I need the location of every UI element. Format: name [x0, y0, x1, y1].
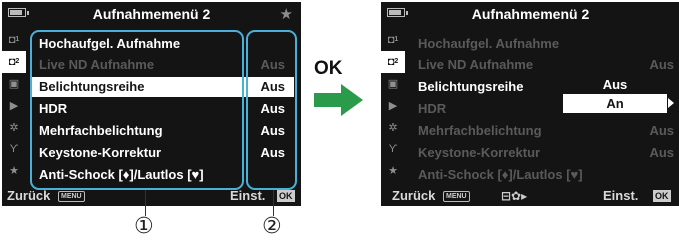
menu-item-label: HDR — [418, 101, 447, 116]
callout-number-2: ② — [262, 214, 282, 239]
menu-item-label: Anti-Schock [♦]/Lautlos [♥] — [418, 167, 583, 182]
option-an-selected[interactable]: An — [563, 94, 667, 113]
star-icon[interactable]: ★ — [280, 5, 293, 23]
tab-custom-gear-icon[interactable]: ✲ — [381, 116, 405, 138]
menu-item-label: Keystone-Korrektur — [418, 145, 541, 160]
tab-video-icon[interactable]: ▣ — [2, 73, 26, 95]
back-label[interactable]: Zurück — [7, 188, 50, 203]
ok-button-icon: OK — [277, 190, 295, 202]
callout-line-1 — [145, 190, 146, 216]
title-bar: Aufnahmemenü 2 ★ — [2, 2, 301, 27]
bottom-bar: Zurück MENU ⊟✿▸ Einst. OK — [381, 186, 679, 206]
menu-title: Aufnahmemenü 2 — [471, 6, 590, 22]
menu-button-icon: MENU — [443, 191, 470, 202]
callout-line-2 — [273, 190, 274, 216]
menu-item-label: Mehrfachbelichtung — [418, 123, 542, 138]
menu-title: Aufnahmemenü 2 — [92, 6, 211, 22]
menu-tab-column: ◘ 1 ◘ 2 ▣ ▶ ✲ ϒ ★ — [2, 29, 26, 182]
ok-transition-label: OK — [314, 58, 343, 79]
tab-my-menu-star-icon[interactable]: ★ — [381, 160, 405, 182]
option-popup: Aus An — [553, 73, 677, 115]
callout-number-1: ① — [134, 214, 154, 239]
menu-item-label: Live ND Aufnahme — [418, 57, 534, 72]
camera-menu-screen-left: Aufnahmemenü 2 ★ ◘ 1 ◘ 2 ▣ ▶ ✲ ϒ ★ Hochauf… — [2, 2, 301, 206]
menu-item-hochaufgel[interactable]: Hochaufgel. Aufnahme — [409, 34, 677, 54]
menu-item-label: Belichtungsreihe — [418, 79, 524, 94]
menu-tab-column: ◘ 1 ◘ 2 ▣ ▶ ✲ ϒ ★ — [381, 29, 405, 182]
tab-playback-icon[interactable]: ▶ — [2, 94, 26, 116]
value-column-bracket — [246, 30, 297, 190]
set-label[interactable]: Einst. — [603, 188, 638, 203]
camera-menu-screen-right: Aufnahmemenü 2 ◘ 1 ◘ 2 ▣ ▶ ✲ ϒ ★ Hochaufge… — [381, 2, 679, 206]
menu-item-mehrfachbelichtung[interactable]: Mehrfachbelichtung Aus — [409, 121, 677, 141]
menu-button-icon: MENU — [58, 191, 85, 202]
menu-item-live-nd[interactable]: Live ND Aufnahme Aus — [409, 55, 677, 75]
dial-hint-icon: ⊟✿▸ — [501, 189, 528, 203]
right-arrow-icon — [314, 93, 342, 107]
menu-item-value: Aus — [649, 57, 674, 72]
tab-video-icon[interactable]: ▣ — [381, 73, 405, 95]
option-aus[interactable]: Aus — [563, 75, 667, 94]
tab-custom-gear-icon[interactable]: ✲ — [2, 116, 26, 138]
menu-item-keystone[interactable]: Keystone-Korrektur Aus — [409, 143, 677, 163]
tab-playback-icon[interactable]: ▶ — [381, 94, 405, 116]
set-label[interactable]: Einst. — [230, 188, 265, 203]
menu-item-label: Hochaufgel. Aufnahme — [418, 36, 560, 51]
right-arrow-head — [341, 84, 363, 116]
tab-camera-2-icon[interactable]: ◘ 2 — [2, 50, 26, 73]
tab-my-menu-star-icon[interactable]: ★ — [2, 160, 26, 182]
menu-item-value: Aus — [649, 145, 674, 160]
item-list-bracket — [30, 30, 244, 190]
tab-camera-2-icon[interactable]: ◘ 2 — [381, 50, 405, 73]
tab-wrench-icon[interactable]: ϒ — [381, 138, 405, 160]
tab-camera-1-icon[interactable]: ◘ 1 — [2, 29, 26, 51]
back-label[interactable]: Zurück — [392, 188, 435, 203]
ok-button-icon: OK — [653, 190, 671, 202]
menu-item-value: Aus — [649, 123, 674, 138]
title-bar: Aufnahmemenü 2 — [381, 2, 679, 27]
tab-camera-1-icon[interactable]: ◘ 1 — [381, 29, 405, 51]
submenu-arrow-icon — [668, 98, 674, 108]
tab-wrench-icon[interactable]: ϒ — [2, 138, 26, 160]
menu-item-anti-schock[interactable]: Anti-Schock [♦]/Lautlos [♥] — [409, 165, 677, 185]
